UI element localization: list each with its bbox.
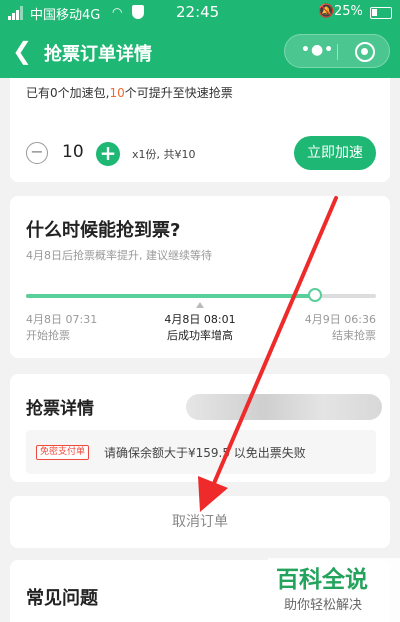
end-label: 结束抢票 [332,329,376,342]
speedup-button[interactable]: 立即加速 [294,136,376,170]
cancel-order-button[interactable]: 取消订单 [10,496,390,548]
page-title: 抢票订单详情 [44,44,152,65]
mute-icon: 🔕 [318,4,335,19]
progress-track [26,288,376,302]
progress-fill [26,294,315,298]
timing-title: 什么时候能抢到票? [26,220,181,241]
package-suffix: 个可提升至快速抢票 [124,86,233,100]
carrier-label: 中国移动4G [30,8,101,23]
battery-icon [370,7,392,19]
more-dots-icon[interactable]: •●• [301,42,334,58]
timing-card: 什么时候能抢到票? 4月8日后抢票概率提升, 建议继续等待 4月8日 07:31… [10,196,390,358]
mid-label: 后成功率增高 [167,329,233,342]
quantity-summary: x1份, 共¥10 [132,148,196,161]
watermark: 百科全说 助你轻松解决 [268,558,400,622]
end-time: 4月9日 06:36 [304,313,376,326]
back-icon[interactable]: ❮ [12,36,32,66]
balance-notice: 免密支付单 请确保余额大于¥159.5 以免出票失败 [26,430,376,474]
marker-triangle-icon [196,302,204,308]
balance-notice-text: 请确保余额大于¥159.5 以免出票失败 [104,446,306,460]
watermark-brand: 百科全说 [276,567,368,593]
details-card: 抢票详情 免密支付单 请确保余额大于¥159.5 以免出票失败 [10,374,390,482]
end-block: 4月9日 06:36 结束抢票 [276,312,376,344]
package-count: 10 [109,86,125,100]
status-bar: 中国移动4G ◠ 22:45 🔕 25% [0,0,400,26]
mid-block: 4月8日 08:01 后成功率增高 [150,312,250,344]
battery-percent: 25% [334,4,363,19]
signal-icon [8,6,23,20]
watermark-tagline: 助你轻松解决 [284,598,363,613]
capsule-divider [337,44,338,60]
start-time: 4月8日 07:31 [26,313,98,326]
speedup-card: 已有0个加速包,10个可提升至快速抢票 − 10 + x1份, 共¥10 立即加… [10,78,390,182]
decrease-button[interactable]: − [26,142,48,164]
miniapp-capsule: •●• [284,34,390,68]
increase-button[interactable]: + [96,142,120,166]
timing-subtitle: 4月8日后抢票概率提升, 建议继续等待 [26,249,212,262]
progress-knob [307,288,322,302]
blurred-info [186,394,382,420]
package-prefix: 已有0个加速包, [26,86,110,100]
quantity-value: 10 [62,142,84,162]
shield-icon [132,5,144,19]
faq-title[interactable]: 常见问题 [26,584,98,610]
details-title: 抢票详情 [26,399,94,419]
close-miniapp-icon[interactable] [355,42,375,62]
mid-time: 4月8日 08:01 [164,313,236,326]
nav-bar: ❮ 抢票订单详情 •●• [0,26,400,78]
package-info: 已有0个加速包,10个可提升至快速抢票 [26,84,233,101]
wifi-icon: ◠ [112,5,123,19]
nopass-pay-badge: 免密支付单 [36,445,90,460]
clock: 22:45 [176,3,220,21]
start-block: 4月8日 07:31 开始抢票 [26,312,97,344]
cancel-card: 取消订单 [10,496,390,548]
start-label: 开始抢票 [26,329,70,342]
